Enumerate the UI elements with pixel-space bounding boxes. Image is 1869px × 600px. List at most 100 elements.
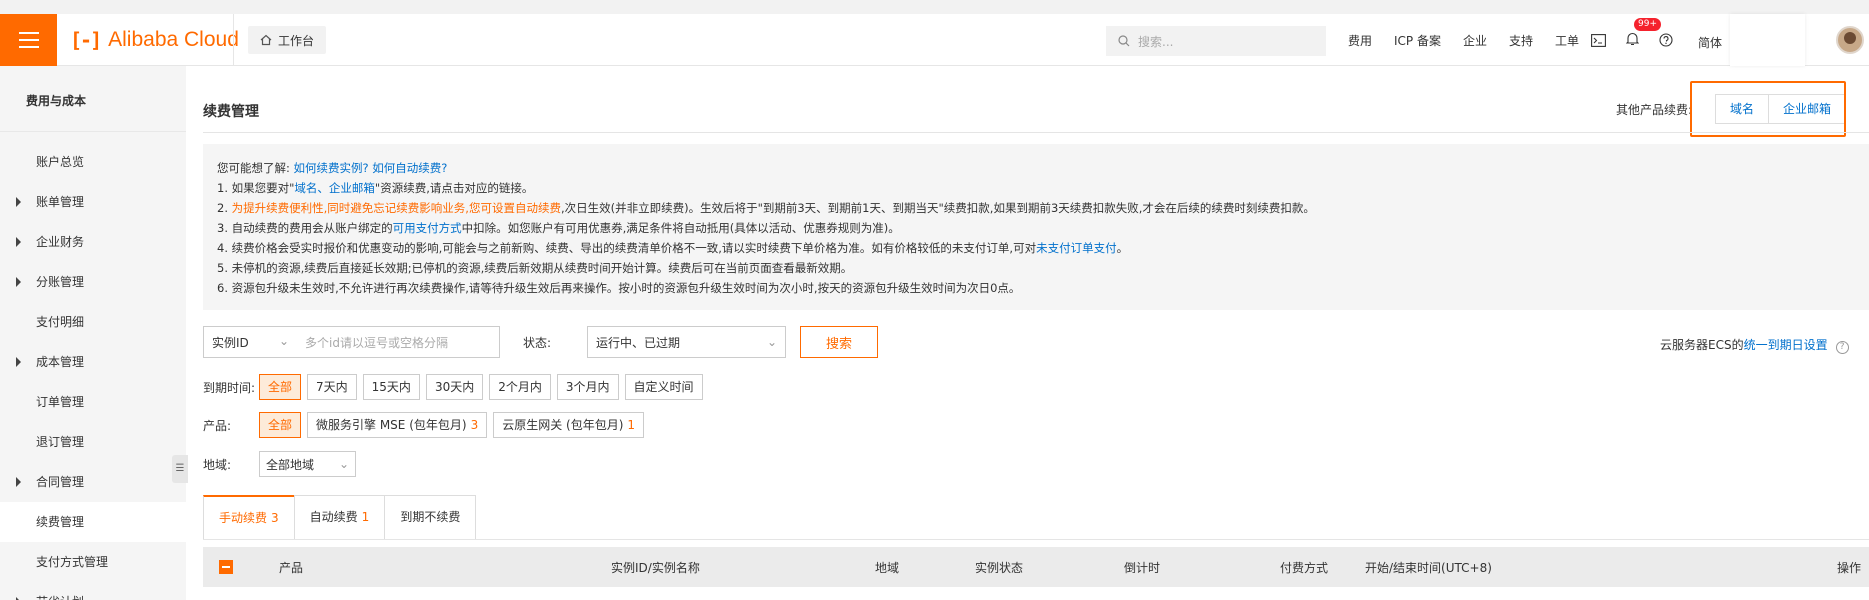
sidebar-item-label: 退订管理 [36,435,85,449]
account-popover [1730,14,1805,66]
sidebar-item-label: 续费管理 [36,515,85,529]
col-status: 实例状态 [975,561,1024,575]
expire-time-label: 到期时间: [203,380,256,395]
caret-right-icon [16,277,21,287]
help-icon[interactable] [1659,33,1673,47]
sidebar-item-label: 节省计划 [36,595,84,600]
col-product: 产品 [279,561,304,575]
col-actions: 操作 [1837,561,1862,575]
menu-icon[interactable] [0,14,57,66]
sidebar-item-label: 支付明细 [36,315,85,329]
nav-link-icp[interactable]: ICP 备案 [1394,32,1441,49]
col-region: 地域 [875,561,900,575]
sidebar-item[interactable]: 支付明细 [0,302,186,342]
renew-tabs: 手动续费 3 自动续费 1 到期不续费 [203,495,477,539]
home-icon [260,34,272,46]
sidebar-item-label: 订单管理 [36,395,85,409]
expire-chip[interactable]: 3个月内 [556,374,619,400]
divider [233,14,234,66]
logo-mark: [-] [70,28,102,52]
sidebar-item[interactable]: 成本管理 [0,342,186,382]
sidebar-item[interactable]: 分账管理 [0,262,186,302]
search-button[interactable]: 搜索 [800,326,878,358]
tab-auto-renew[interactable]: 自动续费 1 [293,495,386,539]
top-links: 费用 ICP 备案 企业 支持 工单 [1348,14,1579,66]
workbench-button[interactable]: 工作台 [248,26,327,54]
language-switch[interactable]: 简体 [1698,34,1722,51]
sidebar-item[interactable]: 支付方式管理 [0,542,186,582]
notice-line-5: 5. 未停机的资源,续费后直接延长效期;已停机的资源,续费后新效期从续费时间开始… [217,261,853,275]
region-select[interactable]: 全部地域 ⌄ [259,451,356,477]
nav-link-fees[interactable]: 费用 [1348,32,1372,49]
tab-manual-renew[interactable]: 手动续费 3 [203,495,295,539]
expire-chip[interactable]: 15天内 [362,374,420,400]
nav-link-support[interactable]: 支持 [1509,32,1533,49]
sidebar-item[interactable]: 订单管理 [0,382,186,422]
expire-chip[interactable]: 2个月内 [489,374,551,400]
expire-chip[interactable]: 30天内 [425,374,484,400]
instance-id-filter: 实例ID ⌄ 多个id请以逗号或空格分隔 [203,326,500,358]
other-products-label: 其他产品续费: [1616,103,1693,117]
workbench-label: 工作台 [278,33,315,48]
product-label: 产品: [203,418,232,433]
expire-chip[interactable]: 自定义时间 [624,374,703,400]
sidebar-item[interactable]: 退订管理 [0,422,186,462]
auto-renew-tip[interactable]: 为提升续费便利性,同时避免忘记续费影响业务,您可设置自动续费 [232,201,561,215]
link-ecs-expiry-settings[interactable]: 统一到期日设置 [1744,338,1828,352]
col-countdown: 倒计时 [1124,561,1161,575]
region-filter: 地域: 全部地域 ⌄ [203,451,356,477]
status-select[interactable]: 运行中、已过期 ⌄ [587,326,786,358]
notice-line-3: 3. 自动续费的费用会从账户绑定的可用支付方式中扣除。如您账户有可用优惠券,满足… [217,221,900,235]
alibaba-cloud-logo[interactable]: [-] Alibaba Cloud [70,26,239,54]
link-how-to-renew[interactable]: 如何续费实例? [294,161,369,175]
title-divider [203,132,1869,133]
nav-link-ticket[interactable]: 工单 [1555,32,1579,49]
sidebar-item-label: 账单管理 [36,195,85,209]
expire-chip[interactable]: 7天内 [307,374,357,400]
nav-link-enterprise[interactable]: 企业 [1463,32,1487,49]
id-type-select[interactable]: 实例ID ⌄ [204,334,299,351]
link-auto-renew[interactable]: 如何自动续费? [372,161,447,175]
highlight-box [1690,81,1846,137]
sidebar-item[interactable]: 账户总览 [0,142,186,182]
sidebar-item-label: 企业财务 [36,235,85,249]
product-chip-mse[interactable]: 微服务引擎 MSE (包年包月) 3 [307,412,488,438]
terminal-icon[interactable] [1591,33,1606,47]
notice-intro: 您可能想了解: 如何续费实例? 如何自动续费? [217,161,448,175]
avatar[interactable] [1836,26,1864,54]
sidebar-item-label: 合同管理 [36,475,85,489]
link-payment-methods[interactable]: 可用支付方式 [393,221,462,235]
select-all-checkbox[interactable] [219,560,233,574]
product-chip-all[interactable]: 全部 [259,412,302,438]
logo-text: Alibaba Cloud [108,28,239,51]
caret-right-icon [16,197,21,207]
sidebar-item[interactable]: 企业财务 [0,222,186,262]
tab-no-renew[interactable]: 到期不续费 [384,495,477,539]
global-search-input[interactable]: 搜索... [1106,26,1326,56]
notice-line-2: 2. 为提升续费便利性,同时避免忘记续费影响业务,您可设置自动续费,次日生效(并… [217,201,1315,215]
sidebar-item-label: 账户总览 [36,155,85,169]
chevron-down-icon: ⌄ [338,457,349,471]
sidebar: 费用与成本 账户总览账单管理企业财务分账管理支付明细成本管理订单管理退订管理合同… [0,66,186,600]
sidebar-item[interactable]: 续费管理 [0,502,186,542]
expire-time-filter: 到期时间: 全部 7天内 15天内 30天内 2个月内 3个月内 自定义时间 [203,374,709,400]
sidebar-title: 费用与成本 [0,66,186,132]
link-unpaid-orders[interactable]: 未支付订单支付 [1036,241,1117,255]
col-instance: 实例ID/实例名称 [611,561,700,575]
expire-chip[interactable]: 全部 [259,374,302,400]
help-icon[interactable]: ? [1835,341,1849,354]
instance-id-input[interactable]: 多个id请以逗号或空格分隔 [299,334,448,351]
sidebar-item[interactable]: 节省计划 [0,582,186,600]
notification-button[interactable]: 99+ [1625,17,1661,49]
sidebar-item[interactable]: 账单管理 [0,182,186,222]
caret-right-icon [16,357,21,367]
bell-icon [1625,32,1640,45]
ecs-unified-expiry: 云服务器ECS的统一到期日设置? [1660,336,1849,354]
sidebar-item[interactable]: 合同管理 [0,462,186,502]
product-chip-gateway[interactable]: 云原生网关 (包年包月) 1 [493,412,645,438]
sidebar-item-label: 成本管理 [36,355,85,369]
top-icons: 99+ [1591,14,1673,66]
product-filter: 产品: 全部 微服务引擎 MSE (包年包月) 3 云原生网关 (包年包月) 1 [203,412,650,438]
link-domain-mail[interactable]: 域名、企业邮箱 [294,181,375,195]
main-content: 续费管理 其他产品续费: 域名 企业邮箱 您可能想了解: 如何续费实例? 如何自… [186,66,1869,600]
